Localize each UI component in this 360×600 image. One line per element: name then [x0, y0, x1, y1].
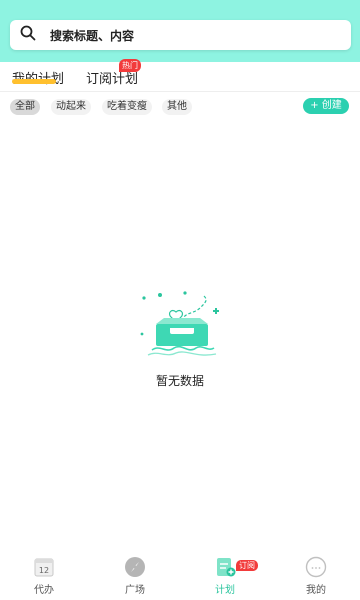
chip-exercise[interactable]: 动起来 [51, 99, 91, 115]
calendar-day: 12 [39, 566, 49, 575]
compass-icon [124, 556, 146, 578]
chip-all[interactable]: 全部 [10, 99, 40, 115]
empty-state-text: 暂无数据 [155, 374, 204, 388]
tab-my-plans[interactable]: 我的计划 [12, 68, 64, 87]
nav-square-label: 广场 [125, 585, 145, 596]
chip-diet[interactable]: 吃着变瘦 [102, 99, 152, 115]
search-placeholder: 搜索标题、内容 [50, 28, 135, 43]
empty-box-icon [130, 288, 230, 368]
create-button[interactable]: + 创建 [303, 98, 349, 114]
nav-plan-label: 计划 [215, 585, 235, 596]
chip-other[interactable]: 其他 [162, 99, 192, 115]
plan-icon [214, 556, 236, 578]
nav-me-label: 我的 [306, 585, 326, 596]
profile-icon [305, 556, 327, 578]
subscribe-badge: 订阅 [236, 560, 258, 571]
calendar-icon: 12 [33, 556, 55, 578]
hot-badge: 热门 [119, 59, 141, 72]
search-bar[interactable]: 搜索标题、内容 [10, 20, 351, 50]
search-icon [20, 25, 36, 45]
bottom-nav: 12 代办 广场 计划 我的 [0, 552, 360, 600]
nav-square[interactable]: 广场 [105, 556, 165, 600]
nav-todo[interactable]: 12 代办 [14, 556, 74, 600]
nav-me[interactable]: 我的 [286, 556, 346, 600]
plan-tabs: 我的计划 订阅计划 [0, 62, 360, 92]
active-tab-indicator [12, 79, 56, 84]
nav-todo-label: 代办 [34, 585, 54, 596]
